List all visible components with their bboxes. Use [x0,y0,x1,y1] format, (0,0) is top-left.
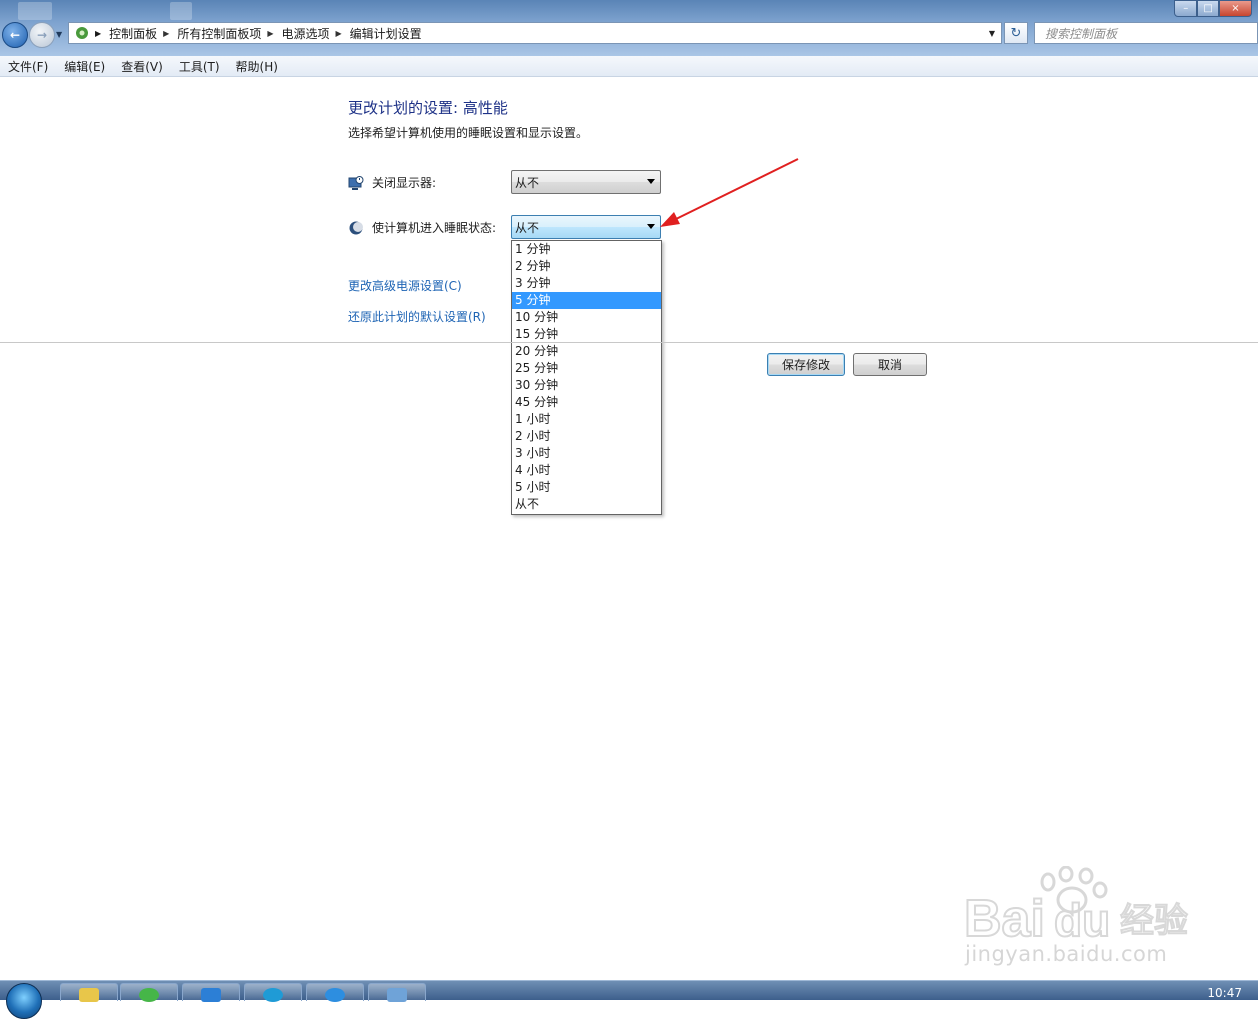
menu-tools[interactable]: 工具(T) [171,58,228,75]
address-bar[interactable]: ▶ 控制面板 ▶ 所有控制面板项 ▶ 电源选项 ▶ 编辑计划设置 ▼ [68,22,1002,44]
recent-pages-button[interactable]: ▼ [56,30,62,39]
folder-icon [79,988,99,1002]
menu-view[interactable]: 查看(V) [113,58,171,75]
chevron-right-icon: ▶ [335,28,342,38]
chevron-right-icon: ▶ [267,28,274,38]
control-panel-icon [387,988,407,1002]
sleep-select[interactable]: 从不 [511,215,661,239]
cancel-button[interactable]: 取消 [853,353,927,376]
maximize-button[interactable]: □ [1197,0,1219,17]
taskbar-app[interactable] [182,983,240,1002]
search-input[interactable]: 搜索控制面板 [1034,22,1258,44]
sleep-setting-row: 使计算机进入睡眠状态: [348,219,496,236]
annotation-arrow [660,158,799,227]
list-option[interactable]: 45 分钟 [512,394,661,411]
clock: 10:47 [1207,986,1242,1000]
list-option[interactable]: 2 分钟 [512,258,661,275]
desktop-icon-ghost [18,2,52,20]
svg-text:du: du [1054,894,1110,946]
display-label: 关闭显示器: [372,176,437,190]
forward-button[interactable]: → [29,22,55,48]
window-titlebar: – □ × ← → ▼ ▶ 控制面板 ▶ 所有控制面板项 ▶ 电源选项 ▶ 编辑计划设… [0,0,1258,56]
arrow-right-icon: → [36,28,48,42]
monitor-clock-icon [348,175,364,191]
taskbar-control-panel[interactable] [368,983,426,1002]
list-option[interactable]: 2 小时 [512,428,661,445]
app-icon [201,988,221,1002]
restore-defaults-link[interactable]: 还原此计划的默认设置(R) [348,308,486,325]
list-option[interactable]: 4 小时 [512,462,661,479]
list-option-highlighted[interactable]: 5 分钟 [512,292,661,309]
list-option[interactable]: 15 分钟 [512,326,661,343]
address-dropdown-button[interactable]: ▼ [983,23,1001,43]
list-option[interactable]: 5 小时 [512,479,661,496]
list-option[interactable]: 25 分钟 [512,360,661,377]
list-option[interactable]: 3 小时 [512,445,661,462]
chevron-right-icon: ▶ [163,28,170,38]
breadcrumb-item[interactable]: 所有控制面板项 ▶ [177,25,281,42]
refresh-button[interactable]: ↻ [1004,22,1028,44]
taskbar-explorer[interactable] [60,983,118,1002]
breadcrumb-item[interactable]: 控制面板 ▶ [109,25,177,42]
taskbar: 10:47 [0,980,1258,1019]
display-off-select[interactable]: 从不 [511,170,661,194]
taskbar-browser[interactable] [244,983,302,1002]
svg-text:Bai: Bai [964,890,1045,948]
refresh-icon: ↻ [1010,25,1022,41]
list-option[interactable]: 20 分钟 [512,343,661,360]
control-panel-icon [73,25,91,41]
send-icon [325,988,345,1002]
list-option[interactable]: 10 分钟 [512,309,661,326]
browser-icon [263,988,283,1002]
menu-edit[interactable]: 编辑(E) [56,58,113,75]
list-option[interactable]: 3 分钟 [512,275,661,292]
svg-text:经验: 经验 [1120,901,1188,941]
breadcrumb-item[interactable]: 电源选项 ▶ [282,25,350,42]
list-option[interactable]: 30 分钟 [512,377,661,394]
minimize-button[interactable]: – [1174,0,1198,17]
start-button[interactable] [6,983,42,1019]
breadcrumb-item[interactable]: 编辑计划设置 [350,25,422,42]
watermark-url: jingyan.baidu.com [965,942,1168,966]
advanced-power-settings-link[interactable]: 更改高级电源设置(C) [348,277,462,294]
sleep-options-list: 1 分钟 2 分钟 3 分钟 5 分钟 10 分钟 15 分钟 20 分钟 25… [511,240,662,515]
menu-bar: 文件(F) 编辑(E) 查看(V) 工具(T) 帮助(H) [0,56,1258,77]
desktop-icon-ghost [170,2,192,20]
chat-icon [139,988,159,1002]
back-button[interactable]: ← [2,22,28,48]
divider [0,342,1258,343]
moon-icon [348,220,364,236]
menu-help[interactable]: 帮助(H) [228,58,286,75]
list-option[interactable]: 1 小时 [512,411,661,428]
window-controls: – □ × [1174,0,1252,17]
display-setting-row: 关闭显示器: [348,174,436,191]
page-description: 选择希望计算机使用的睡眠设置和显示设置。 [348,126,589,140]
chevron-right-icon: ▶ [95,28,102,38]
close-button[interactable]: × [1218,0,1252,17]
list-option[interactable]: 从不 [512,496,661,513]
menu-file[interactable]: 文件(F) [0,58,56,75]
taskbar-messenger[interactable] [306,983,364,1002]
save-changes-button[interactable]: 保存修改 [767,353,845,376]
taskbar-wechat[interactable] [120,983,178,1002]
list-option[interactable]: 1 分钟 [512,241,661,258]
page-title: 更改计划的设置: 高性能 [348,99,508,117]
arrow-left-icon: ← [9,28,21,42]
sleep-label: 使计算机进入睡眠状态: [372,221,497,235]
